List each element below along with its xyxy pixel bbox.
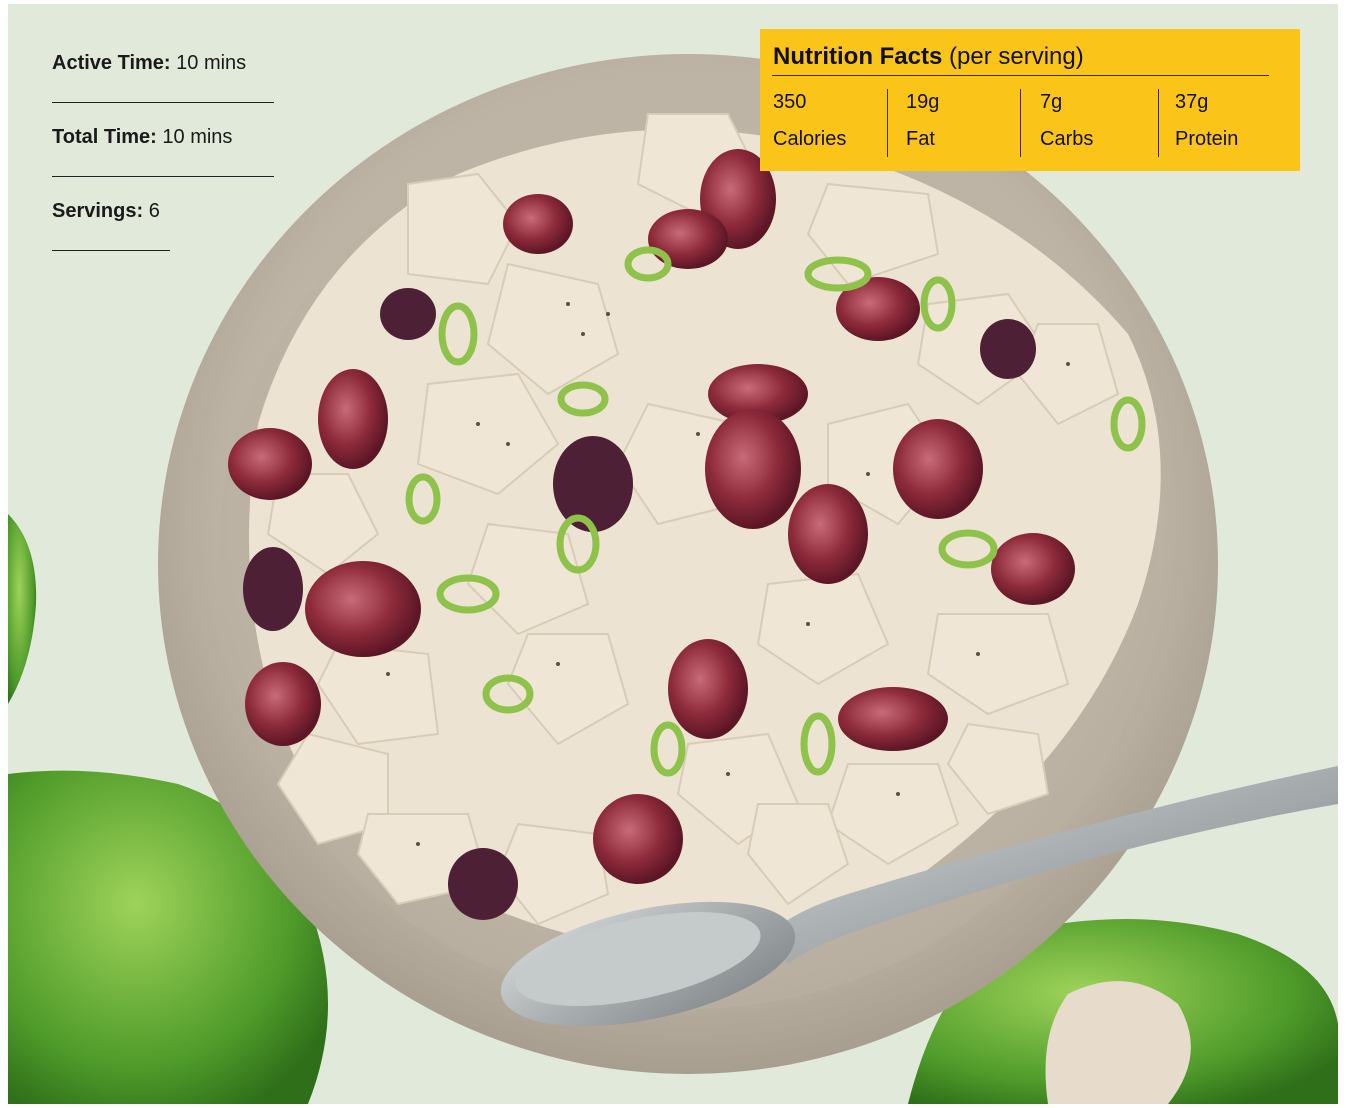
servings-row: Servings: 6 <box>52 198 282 272</box>
nutrition-label: Calories <box>773 128 847 150</box>
servings-label: Servings: <box>52 200 144 222</box>
recipe-card: Active Time: 10 mins Total Time: 10 mins… <box>0 0 1353 1108</box>
total-time-label: Total Time: <box>52 126 157 148</box>
nutrition-facts-box: Nutrition Facts (per serving) 350 Calori… <box>760 29 1300 171</box>
column-divider <box>1020 89 1021 157</box>
active-time-row: Active Time: 10 mins <box>52 50 282 124</box>
nutrition-columns: 350 Calories 19g Fat 7g Carbs 37g Protei… <box>760 89 1300 159</box>
nutrition-label: Carbs <box>1040 128 1094 150</box>
active-time-label: Active Time: <box>52 52 171 74</box>
column-divider <box>887 89 888 157</box>
divider <box>52 102 274 103</box>
total-time-row: Total Time: 10 mins <box>52 124 282 198</box>
nutrition-label: Fat <box>906 128 935 150</box>
nutrition-value: 7g <box>1040 91 1063 113</box>
divider <box>772 75 1269 76</box>
nutrition-value: 19g <box>906 91 940 113</box>
nutrition-title: Nutrition Facts (per serving) <box>773 43 1084 71</box>
divider <box>52 250 170 251</box>
servings-value: 6 <box>148 200 160 222</box>
nutrition-subheading: (per serving) <box>949 43 1084 70</box>
column-divider <box>1158 89 1159 157</box>
nutrition-value: 37g <box>1175 91 1209 113</box>
total-time-value: 10 mins <box>162 126 233 148</box>
active-time-value: 10 mins <box>176 52 247 74</box>
nutrition-heading: Nutrition Facts <box>773 43 943 70</box>
nutrition-value: 350 <box>773 91 807 113</box>
divider <box>52 176 274 177</box>
nutrition-label: Protein <box>1175 128 1239 150</box>
recipe-meta: Active Time: 10 mins Total Time: 10 mins… <box>52 50 282 272</box>
